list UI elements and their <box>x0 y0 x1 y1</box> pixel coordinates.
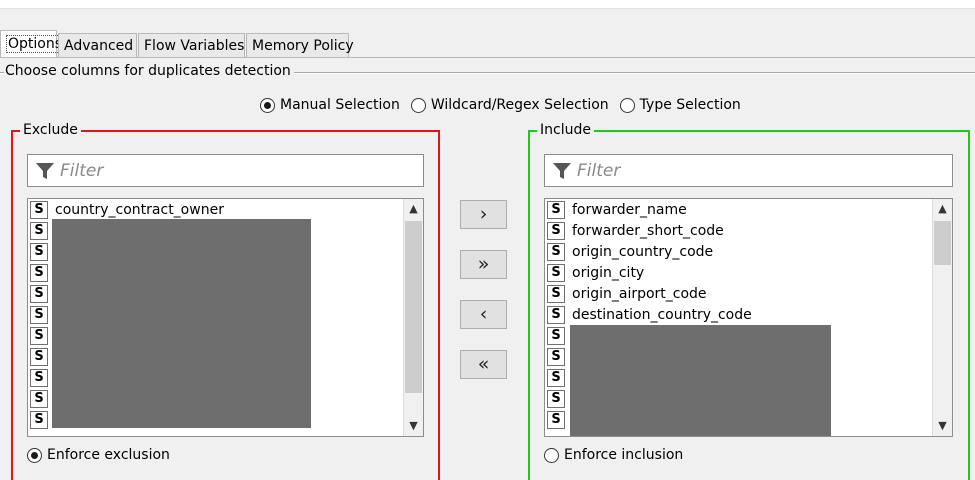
type-selection-label: Type Selection <box>639 97 741 113</box>
redacted-block <box>52 219 311 428</box>
tab-divider <box>0 57 975 58</box>
enforce-inclusion-label: Enforce inclusion <box>564 447 684 463</box>
tab-options-label: Options <box>6 35 65 53</box>
include-list-item[interactable]: S origin_airport_code <box>545 283 952 304</box>
tab-advanced[interactable]: Advanced <box>58 33 137 57</box>
include-list-item[interactable]: S forwarder_name <box>545 199 952 220</box>
include-scroll-thumb[interactable] <box>934 221 951 265</box>
chevron-down-icon[interactable]: ▼ <box>933 416 952 436</box>
exclude-filter-input[interactable] <box>58 159 417 183</box>
chevron-up-icon[interactable]: ▲ <box>933 199 952 219</box>
string-type-badge: S <box>30 305 48 324</box>
include-list-item[interactable]: S forwarder_short_code <box>545 220 952 241</box>
enforce-inclusion-radio[interactable] <box>544 447 559 463</box>
include-filter-field[interactable] <box>544 154 953 187</box>
include-item-label: forwarder_short_code <box>572 222 724 239</box>
exclude-list-item[interactable]: S country_contract_owner <box>28 199 423 220</box>
chevron-up-icon[interactable]: ▲ <box>404 199 423 219</box>
wildcard-selection-radio[interactable] <box>410 97 426 113</box>
string-type-badge: S <box>30 326 48 345</box>
string-type-badge: S <box>30 263 48 282</box>
type-selection-radio[interactable] <box>619 97 635 113</box>
include-item-label: destination_country_code <box>572 306 752 323</box>
string-type-badge: S <box>30 242 48 261</box>
tab-options[interactable]: Options <box>0 30 65 57</box>
string-type-badge: S <box>547 347 565 366</box>
string-type-badge: S <box>547 200 565 219</box>
remove-button[interactable]: ‹ <box>460 300 507 329</box>
string-type-badge: S <box>547 368 565 387</box>
manual-selection-label: Manual Selection <box>280 97 400 113</box>
string-type-badge: S <box>547 221 565 240</box>
string-type-badge: S <box>30 410 48 429</box>
exclude-column-list[interactable]: S country_contract_owner S S S S S S S S… <box>27 198 424 437</box>
tab-advanced-label: Advanced <box>64 38 134 54</box>
exclude-title: Exclude <box>20 120 81 140</box>
selection-mode-group: Manual Selection Wildcard/Regex Selectio… <box>260 95 752 115</box>
include-list-item[interactable]: S destination_country_code <box>545 304 952 325</box>
include-scrollbar[interactable]: ▲ ▼ <box>932 199 952 436</box>
string-type-badge: S <box>547 326 565 345</box>
exclude-scroll-thumb[interactable] <box>405 221 422 393</box>
group-title: Choose columns for duplicates detection <box>4 63 294 79</box>
string-type-badge: S <box>547 305 565 324</box>
exclude-item-label: country_contract_owner <box>55 201 224 218</box>
exclude-scrollbar[interactable]: ▲ ▼ <box>403 199 423 436</box>
enforce-exclusion-label: Enforce exclusion <box>47 447 170 463</box>
string-type-badge: S <box>547 263 565 282</box>
funnel-icon <box>36 163 54 179</box>
exclude-filter-field[interactable] <box>27 154 424 187</box>
include-panel: Include S forwarder_name S forwarder_sho… <box>528 120 970 480</box>
string-type-badge: S <box>30 284 48 303</box>
tab-memory-policy[interactable]: Memory Policy <box>246 33 354 57</box>
string-type-badge: S <box>30 368 48 387</box>
enforce-inclusion-option[interactable]: Enforce inclusion <box>544 447 683 463</box>
string-type-badge: S <box>547 410 565 429</box>
manual-selection-option[interactable]: Manual Selection <box>260 97 400 113</box>
add-button[interactable]: › <box>460 200 507 229</box>
chevron-down-icon[interactable]: ▼ <box>404 416 423 436</box>
remove-all-button[interactable]: « <box>460 350 507 379</box>
include-item-label: origin_airport_code <box>572 285 707 302</box>
redacted-block <box>570 325 831 436</box>
include-item-label: origin_country_code <box>572 243 714 260</box>
string-type-badge: S <box>547 389 565 408</box>
include-item-label: forwarder_name <box>572 201 687 218</box>
tab-memory-policy-label: Memory Policy <box>252 38 354 54</box>
enforce-exclusion-option[interactable]: Enforce exclusion <box>27 447 170 463</box>
string-type-badge: S <box>30 389 48 408</box>
enforce-exclusion-radio[interactable] <box>27 447 42 463</box>
wildcard-selection-label: Wildcard/Regex Selection <box>430 97 609 113</box>
include-list-item[interactable]: S origin_country_code <box>545 241 952 262</box>
string-type-badge: S <box>547 242 565 261</box>
string-type-badge: S <box>30 200 48 219</box>
string-type-badge: S <box>547 284 565 303</box>
exclude-panel: Exclude S country_contract_owner S S S S… <box>11 120 440 480</box>
string-type-badge: S <box>30 347 48 366</box>
tab-flow-variables-label: Flow Variables <box>144 38 245 54</box>
add-all-button[interactable]: » <box>460 250 507 279</box>
include-column-list[interactable]: S forwarder_name S forwarder_short_code … <box>544 198 953 437</box>
tab-flow-variables[interactable]: Flow Variables <box>138 33 245 57</box>
manual-selection-radio[interactable] <box>260 97 275 113</box>
top-strip <box>0 0 975 9</box>
include-title: Include <box>537 120 594 140</box>
funnel-icon <box>553 163 571 179</box>
include-filter-input[interactable] <box>575 159 946 183</box>
string-type-badge: S <box>30 221 48 240</box>
include-item-label: origin_city <box>572 264 645 281</box>
wildcard-selection-option[interactable]: Wildcard/Regex Selection <box>410 97 609 113</box>
include-list-item[interactable]: S origin_city <box>545 262 952 283</box>
type-selection-option[interactable]: Type Selection <box>619 97 741 113</box>
